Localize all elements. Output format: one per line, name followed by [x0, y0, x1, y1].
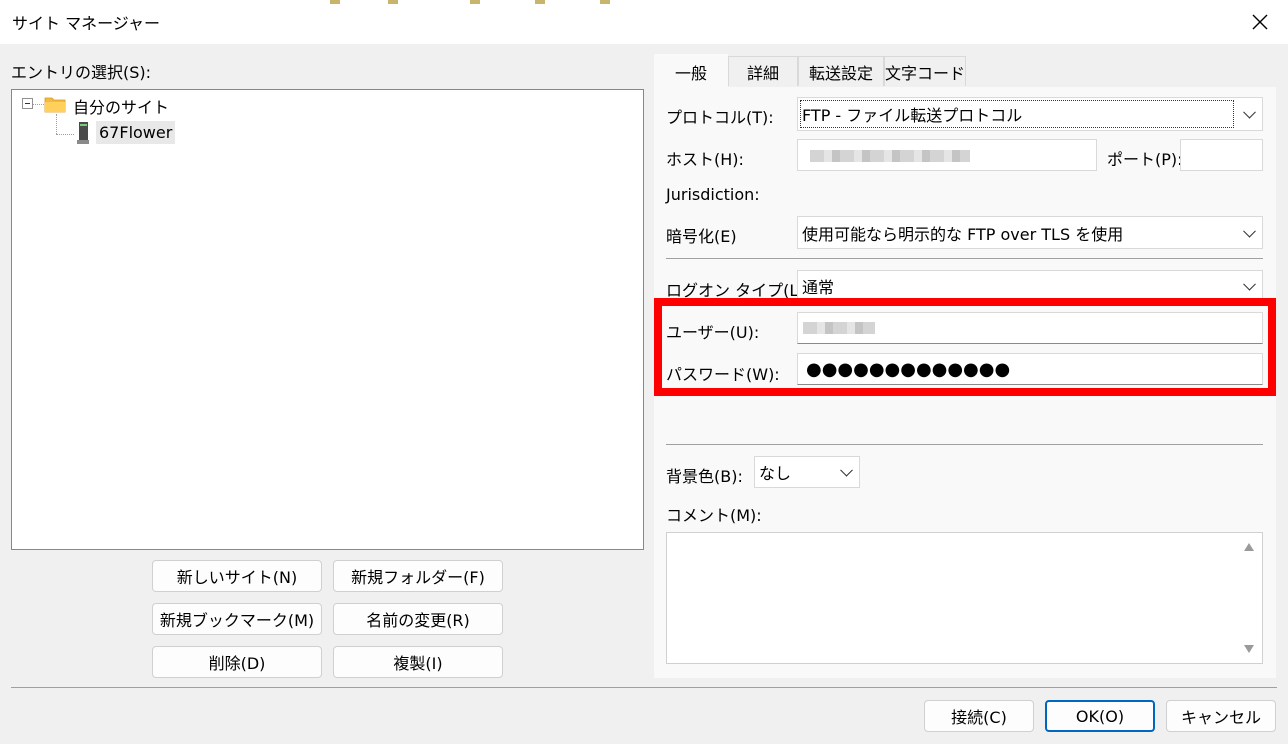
scroll-down-icon[interactable] — [1244, 645, 1254, 653]
encryption-select[interactable]: 使用可能なら明示的な FTP over TLS を使用 — [797, 216, 1263, 249]
new-folder-button[interactable]: 新規フォルダー(F) — [333, 560, 503, 592]
delete-button[interactable]: 削除(D) — [152, 646, 322, 678]
chevron-down-icon — [1243, 105, 1256, 119]
divider — [666, 258, 1263, 259]
protocol-value: FTP - ファイル転送プロトコル — [802, 106, 1023, 125]
logon-type-value: 通常 — [802, 278, 835, 297]
jurisdiction-label: Jurisdiction: — [666, 185, 760, 204]
protocol-label: プロトコル(T): — [666, 108, 774, 127]
redacted-host — [810, 150, 970, 162]
folder-icon — [44, 97, 66, 113]
background-color-select[interactable]: なし — [754, 456, 860, 488]
protocol-select[interactable]: FTP - ファイル転送プロトコル — [797, 97, 1263, 131]
rename-button[interactable]: 名前の変更(R) — [333, 603, 503, 635]
tree-item-site[interactable]: 67Flower — [96, 121, 176, 144]
connect-button[interactable]: 接続(C) — [924, 700, 1034, 732]
tab-advanced[interactable]: 詳細 — [728, 56, 798, 86]
cancel-button[interactable]: キャンセル — [1166, 700, 1276, 732]
highlight-box — [654, 298, 1276, 396]
encryption-value: 使用可能なら明示的な FTP over TLS を使用 — [802, 224, 1124, 244]
title-bar — [0, 0, 1288, 44]
encryption-label: 暗号化(E) — [666, 227, 737, 246]
tab-transfer-settings[interactable]: 転送設定 — [798, 56, 884, 86]
tree-item-my-sites[interactable]: 自分のサイト — [73, 94, 169, 118]
tab-general[interactable]: 一般 — [654, 54, 728, 88]
host-input[interactable] — [797, 139, 1097, 171]
server-icon — [77, 122, 89, 144]
entry-select-label: エントリの選択(S): — [11, 63, 152, 82]
comment-label: コメント(M): — [666, 506, 762, 525]
background-color-label: 背景色(B): — [666, 467, 743, 486]
host-label: ホスト(H): — [666, 150, 744, 169]
close-button[interactable] — [1238, 4, 1282, 40]
tree-connector — [56, 114, 57, 134]
window-title: サイト マネージャー — [12, 14, 160, 33]
chevron-down-icon — [1243, 224, 1256, 238]
site-tree[interactable]: 自分のサイト 67Flower — [11, 89, 644, 550]
footer-divider — [11, 687, 1277, 688]
tree-connector — [56, 134, 74, 135]
ok-button[interactable]: OK(O) — [1045, 700, 1155, 732]
new-bookmark-button[interactable]: 新規ブックマーク(M) — [152, 603, 322, 635]
port-label: ポート(P): — [1107, 150, 1183, 169]
collapse-icon[interactable] — [22, 98, 33, 109]
new-site-button[interactable]: 新しいサイト(N) — [152, 560, 322, 592]
background-strip — [330, 0, 620, 4]
close-icon — [1252, 14, 1268, 30]
background-color-value: なし — [759, 464, 792, 483]
port-input[interactable] — [1180, 139, 1263, 171]
scroll-up-icon[interactable] — [1244, 543, 1254, 551]
chevron-down-icon — [1243, 277, 1256, 291]
tree-connector — [32, 104, 44, 105]
tab-charset[interactable]: 文字コード — [884, 56, 966, 86]
comment-textarea[interactable] — [666, 532, 1263, 664]
divider — [666, 444, 1263, 445]
chevron-down-icon — [840, 463, 853, 477]
duplicate-button[interactable]: 複製(I) — [333, 646, 503, 678]
